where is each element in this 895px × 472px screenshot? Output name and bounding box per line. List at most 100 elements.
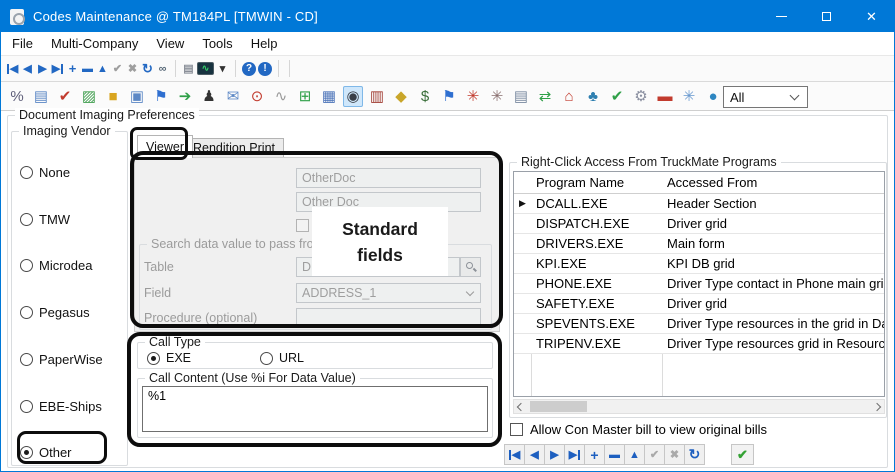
horizontal-scrollbar[interactable] (513, 399, 885, 414)
edit-record-icon[interactable]: ▲ (96, 60, 109, 78)
green-check-icon[interactable]: ✔ (607, 86, 627, 107)
column-header-accessed[interactable]: Accessed From (662, 172, 884, 193)
vendor-radio-option[interactable]: TMW (20, 211, 70, 227)
tab-rendition-print[interactable]: Rendition Print (184, 138, 284, 157)
package-icon[interactable]: ■ (103, 86, 123, 107)
apply-button[interactable]: ✔ (731, 444, 754, 465)
close-button[interactable]: ✕ (849, 1, 894, 32)
table-row[interactable]: SPEVENTS.EXE Driver Type resources in th… (514, 314, 884, 334)
pinwheel-icon[interactable]: ✳ (679, 86, 699, 107)
nav-first-button[interactable]: ◀ (504, 444, 525, 465)
delete-record-icon[interactable]: ▬ (81, 60, 94, 78)
table-row[interactable]: KPI.EXE KPI DB grid (514, 254, 884, 274)
minimize-button[interactable] (759, 1, 804, 32)
post-edit-icon[interactable]: ✔ (111, 60, 124, 78)
percent-icon[interactable]: % (7, 86, 27, 107)
help-icon[interactable]: ? (242, 62, 256, 76)
prior-record-icon[interactable]: ◀ (21, 60, 34, 78)
nav-last-button[interactable]: ▶ (564, 444, 585, 465)
camera-icon[interactable]: ◉ (343, 86, 363, 107)
procedure-field[interactable] (296, 308, 481, 328)
gauge-icon[interactable]: ⊙ (247, 86, 267, 107)
menu-item[interactable]: Multi-Company (42, 36, 147, 51)
filter-dropdown[interactable]: All (723, 86, 808, 108)
import-card-icon[interactable]: ➔ (175, 86, 195, 107)
shapes-swap-icon[interactable]: ⇄ (535, 86, 555, 107)
document-type-field[interactable]: OtherDoc (296, 168, 481, 188)
table-row[interactable]: PHONE.EXE Driver Type contact in Phone m… (514, 274, 884, 294)
tree-icon[interactable]: ♣ (583, 86, 603, 107)
dropdown-arrow-icon[interactable]: ▾ (216, 60, 229, 78)
scroll-left-icon[interactable] (517, 403, 525, 411)
vendor-radio-option[interactable]: Other (20, 444, 72, 460)
table-row[interactable]: DISPATCH.EXE Driver grid (514, 214, 884, 234)
audit-document-checkbox[interactable] (296, 219, 309, 232)
insert-record-icon[interactable]: + (66, 60, 79, 78)
nav-post-button[interactable]: ✔ (644, 444, 665, 465)
toolbar-icon[interactable] (175, 60, 176, 77)
nav-edit-button[interactable]: ▲ (624, 444, 645, 465)
nav-prior-button[interactable]: ◀ (524, 444, 545, 465)
info-icon[interactable]: ! (258, 62, 272, 76)
menu-item[interactable]: Tools (193, 36, 241, 51)
vendor-radio-option[interactable]: Microdea (20, 257, 92, 273)
refresh-icon[interactable]: ↻ (141, 60, 154, 78)
doc-info-icon[interactable]: ▤ (511, 86, 531, 107)
belt-icon[interactable]: ∿ (271, 86, 291, 107)
tab-viewer[interactable]: Viewer (137, 135, 193, 158)
person-icon[interactable]: ♟ (199, 86, 219, 107)
flag-blue-icon[interactable]: ⚑ (439, 86, 459, 107)
scroll-right-icon[interactable] (873, 403, 881, 411)
toolbar-icon[interactable] (278, 60, 279, 77)
first-record-icon[interactable]: ◀ (6, 60, 19, 78)
screen-icon[interactable]: ∿ (197, 62, 214, 75)
nav-next-button[interactable]: ▶ (544, 444, 565, 465)
copy-check-icon[interactable]: ▣ (127, 86, 147, 107)
gears-icon[interactable]: ⚙ (631, 86, 651, 107)
table-row[interactable]: DRIVERS.EXE Main form (514, 234, 884, 254)
call-content-input[interactable]: %1 (142, 386, 488, 432)
field-dropdown[interactable]: ADDRESS_1 (296, 283, 481, 303)
parcel-check-icon[interactable]: ◆ (391, 86, 411, 107)
table-row[interactable]: ▶ DCALL.EXE Header Section (514, 194, 884, 214)
search-icon[interactable]: ∞ (156, 60, 169, 78)
dock-icon[interactable]: ▥ (367, 86, 387, 107)
notes-icon[interactable]: ▤ (31, 86, 51, 107)
toolbar-icon[interactable] (235, 60, 236, 77)
menu-item[interactable]: File (3, 36, 42, 51)
nav-cancel-button[interactable]: ✖ (664, 444, 685, 465)
vendor-radio-option[interactable]: EBE-Ships (20, 398, 102, 414)
network-gray-icon[interactable]: ✳ (487, 86, 507, 107)
toolbar-icon[interactable] (289, 60, 290, 77)
call-type-radio-option[interactable]: URL (260, 351, 304, 365)
allow-con-master-checkbox[interactable] (510, 423, 523, 436)
vendor-radio-option[interactable]: Pegasus (20, 304, 90, 320)
last-record-icon[interactable]: ▶ (51, 60, 64, 78)
mail-check-icon[interactable]: ✉ (223, 86, 243, 107)
globe-icon[interactable]: ● (703, 86, 723, 107)
menu-item[interactable]: View (147, 36, 193, 51)
nav-insert-button[interactable]: + (584, 444, 605, 465)
nav-refresh-button[interactable]: ↻ (684, 444, 705, 465)
chart-icon[interactable]: ▨ (79, 86, 99, 107)
vendor-radio-option[interactable]: PaperWise (20, 351, 103, 367)
nav-delete-button[interactable]: ▬ (604, 444, 625, 465)
car-icon[interactable]: ▬ (655, 86, 675, 107)
home-icon[interactable]: ⌂ (559, 86, 579, 107)
maximize-button[interactable] (804, 1, 849, 32)
column-header-program[interactable]: Program Name (531, 172, 662, 193)
table-row[interactable]: TRIPENV.EXE Driver Type resources grid i… (514, 334, 884, 354)
org-chart-icon[interactable]: ⊞ (295, 86, 315, 107)
flag-icon[interactable]: ⚑ (151, 86, 171, 107)
table-row[interactable]: SAFETY.EXE Driver grid (514, 294, 884, 314)
invoice-icon[interactable]: $ (415, 86, 435, 107)
checklist-icon[interactable]: ✔ (55, 86, 75, 107)
print-icon[interactable]: ▤ (182, 60, 195, 78)
vendor-radio-option[interactable]: None (20, 164, 70, 180)
calendar-icon[interactable]: ▦ (319, 86, 339, 107)
table-lookup-button[interactable] (460, 257, 481, 277)
scrollbar-thumb[interactable] (530, 401, 587, 412)
next-record-icon[interactable]: ▶ (36, 60, 49, 78)
menu-item[interactable]: Help (242, 36, 287, 51)
call-type-radio-option[interactable]: EXE (147, 351, 191, 365)
